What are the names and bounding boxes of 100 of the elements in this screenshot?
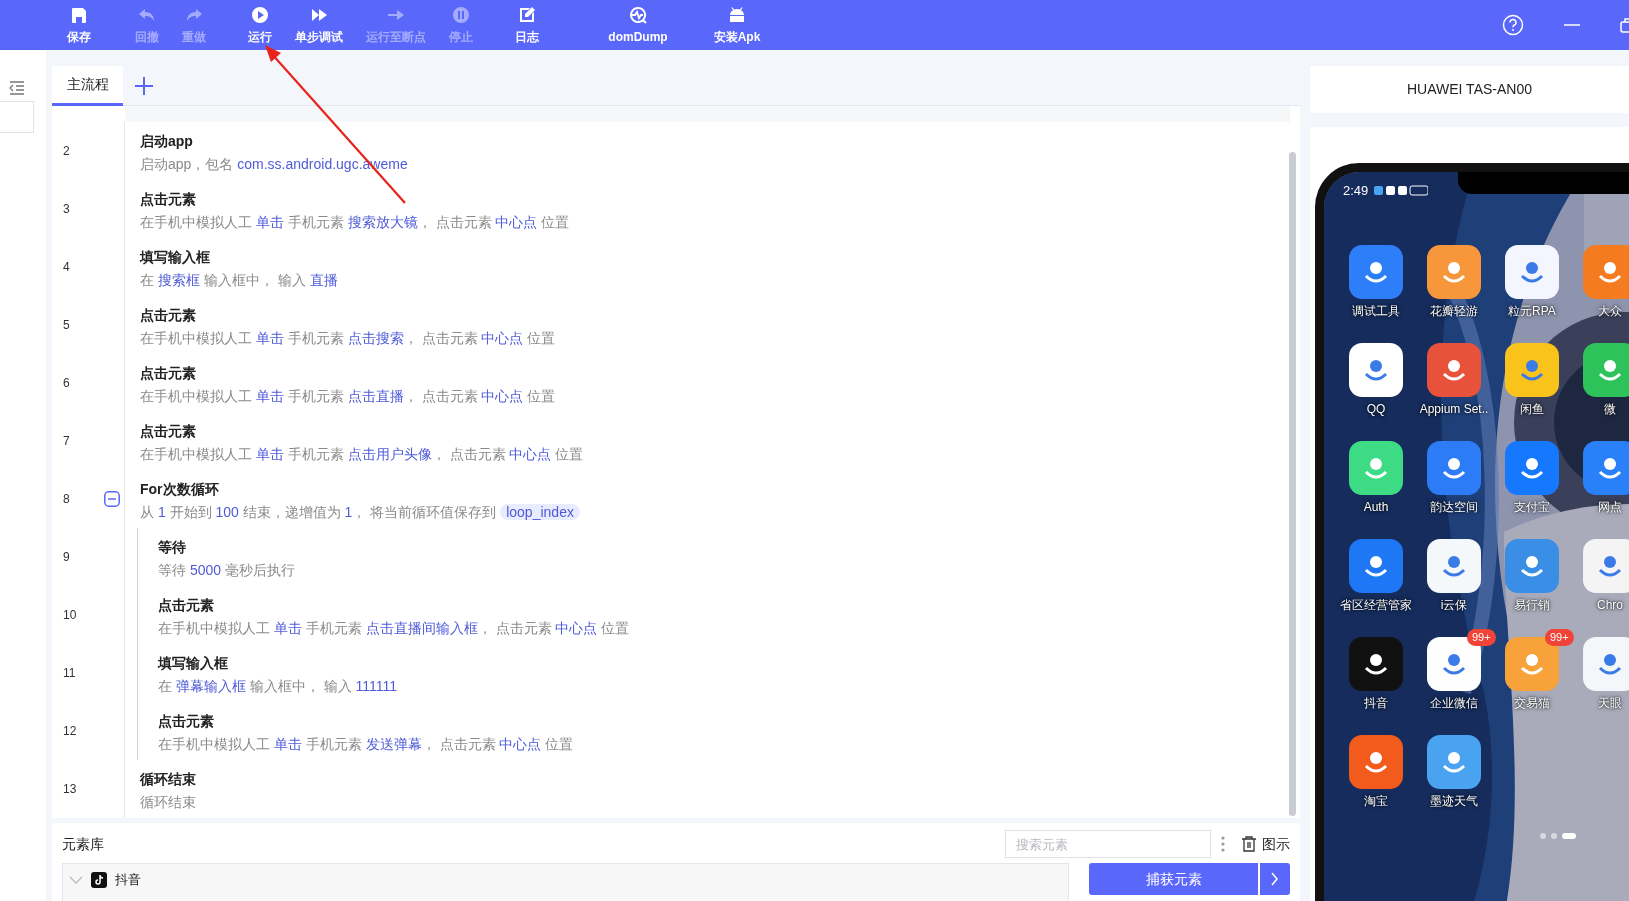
step-description: 在 弹幕输入框 输入框中， 输入 111111 [158,677,398,696]
app-label: 支付宝 [1514,499,1550,515]
panel-title: 元素库 [62,834,104,854]
line-number: 9 [63,549,70,566]
line-number: 5 [63,317,70,334]
line-number: 8 [63,491,70,508]
app-icon[interactable] [1349,441,1403,495]
step-title: 等待 [158,538,186,557]
add-tab-icon[interactable] [135,76,153,95]
app-label: 交易猫 [1514,695,1550,711]
step-title: 点击元素 [140,422,196,441]
toolbar-button[interactable]: domDump [598,0,678,50]
trash-icon [1241,836,1257,852]
app-icon[interactable] [1427,343,1481,397]
app-icon[interactable] [1427,735,1481,789]
app-label: 韵达空间 [1430,499,1478,515]
step-title: 点击元素 [158,712,214,731]
app-label: 墨迹天气 [1430,793,1478,809]
flow-tab[interactable]: 主流程 [52,66,123,106]
step-description: 等待 5000 毫秒后执行 [158,561,295,580]
line-number: 4 [63,259,70,276]
collapse-sidebar-icon[interactable] [9,81,25,95]
app-label: 省区经营管家 [1340,597,1412,613]
more-icon[interactable] [1221,836,1225,852]
pulse-search-icon [629,6,647,24]
app-label: 花瓣轻游 [1430,303,1478,319]
play-icon [251,6,269,24]
pause-icon [452,6,470,24]
status-icons [1374,184,1429,196]
app-icon[interactable] [1505,245,1559,299]
app-icon[interactable] [1505,441,1559,495]
help-button[interactable] [1502,14,1524,36]
app-icon[interactable] [1505,343,1559,397]
step-title: For次数循环 [140,480,219,499]
step-description: 在手机中模拟人工 单击 手机元素 搜索放大镜， 点击元素 中心点 位置 [140,213,570,232]
app-label: 粒元RPA [1508,303,1556,319]
legend-button[interactable]: 图示 [1241,833,1290,855]
line-number: 12 [63,723,77,740]
line-number: 2 [63,143,70,160]
line-number: 10 [63,607,77,624]
step-description: 在手机中模拟人工 单击 手机元素 发送弹幕， 点击元素 中心点 位置 [158,735,574,754]
line-number: 6 [63,375,70,392]
step-description: 循环结束 [140,793,196,812]
toolbar-button[interactable]: 安装Apk [697,0,777,50]
line-number: 11 [63,665,76,682]
step-title: 点击元素 [140,190,196,209]
app-icon[interactable] [1349,343,1403,397]
toolbar-button[interactable]: 运行 [232,0,288,50]
step-title: 点击元素 [140,364,196,383]
step-description: 在手机中模拟人工 单击 手机元素 点击直播， 点击元素 中心点 位置 [140,387,556,406]
app-label: QQ [1366,401,1386,417]
app-icon[interactable] [1349,637,1403,691]
app-label: 天眼 [1598,695,1622,711]
app-icon[interactable] [1583,441,1629,495]
toolbar-button[interactable]: 日志 [499,0,555,50]
app-icon[interactable] [1583,343,1629,397]
step-title: 循环结束 [140,770,196,789]
device-name: HUAWEI TAS-AN00 [1407,80,1532,99]
app-label: 闲鱼 [1520,401,1544,417]
scrollbar[interactable] [1289,152,1296,816]
toolbar-button[interactable]: 保存 [51,0,107,50]
toolbar-button[interactable]: 单步调试 [289,0,349,50]
app-label: i云保 [1440,597,1468,613]
app-label: 抖音 [1364,695,1388,711]
collapse-toggle[interactable] [104,491,120,507]
app-icon[interactable] [1349,539,1403,593]
app-icon[interactable] [1349,245,1403,299]
app-label: 微 [1604,401,1616,417]
app-icon[interactable] [1427,245,1481,299]
input-field[interactable] [0,101,34,133]
edit-icon [518,6,536,24]
app-label: Chro [1597,597,1623,613]
line-number: 13 [63,781,77,798]
step-description: 从 1 开始到 100 结束，递增值为 1， 将当前循环值保存到 loop_index [140,502,580,522]
step-title: 点击元素 [158,596,214,615]
chevron-right-icon [1271,872,1279,886]
search-field[interactable]: 搜索元素 [1005,830,1211,858]
music-note-icon [91,871,107,888]
line-number: 3 [63,201,70,218]
notification-badge: 99+ [1545,629,1574,646]
step-icon [310,6,328,24]
status-time: 2:49 [1343,182,1369,200]
save-icon [70,6,88,24]
step-title: 点击元素 [140,306,196,325]
tree-item[interactable]: 抖音 [115,870,141,890]
app-icon[interactable] [1427,441,1481,495]
step-description: 在手机中模拟人工 单击 手机元素 点击直播间输入框， 点击元素 中心点 位置 [158,619,630,638]
dropdown-button[interactable] [1260,863,1290,895]
app-label: 调试工具 [1352,303,1400,319]
notification-badge: 99+ [1467,629,1496,646]
app-label: 易行销 [1514,597,1550,613]
app-label: Auth [1363,499,1389,515]
app-label: 企业微信 [1430,695,1478,711]
app-icon[interactable] [1349,735,1403,789]
android-icon [728,6,746,24]
capture-button[interactable]: 捕获元素 [1089,863,1258,895]
app-label: Appium Set.. [1419,401,1489,417]
step-title: 填写输入框 [158,654,228,673]
step-description: 在 搜索框 输入框中， 输入 直播 [140,271,338,290]
app-icon[interactable] [1427,539,1481,593]
